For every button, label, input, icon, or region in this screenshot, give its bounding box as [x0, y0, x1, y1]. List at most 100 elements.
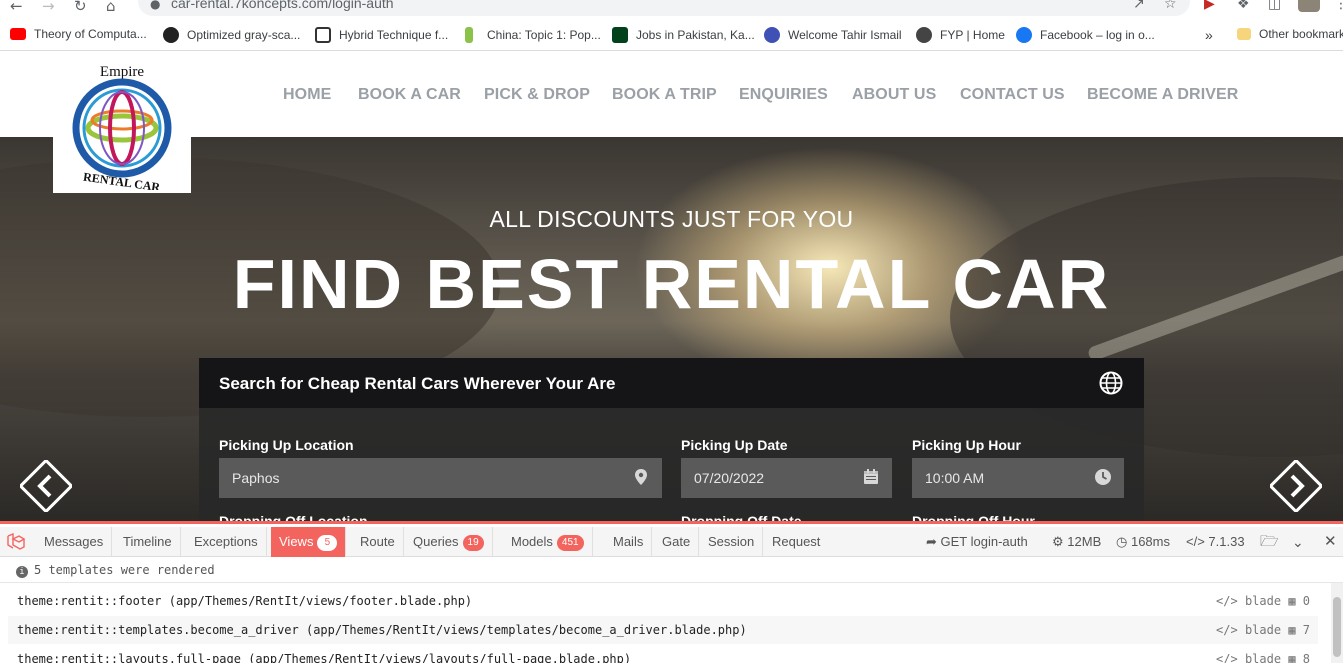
debugbar-tab-exceptions[interactable]: Exceptions [186, 527, 267, 557]
menu-pick-drop[interactable]: PICK & DROP [484, 86, 590, 104]
carousel-next-button[interactable] [1268, 458, 1324, 514]
hero-subtitle: ALL DISCOUNTS JUST FOR YOU [489, 206, 854, 232]
pickup-location-input[interactable]: Paphos [219, 458, 662, 498]
bookmark-item[interactable]: Welcome Tahir Ismail [764, 27, 902, 43]
extension-icon[interactable]: ▶ [1204, 0, 1215, 12]
pickup-hour-value: 10:00 AM [925, 470, 985, 486]
debugbar-tab-queries[interactable]: Queries 19 [405, 527, 493, 557]
share-arrow-icon: ➦ [926, 534, 941, 549]
view-meta: </> blade ▦ 7 [1216, 616, 1310, 644]
tab-label: Messages [44, 534, 104, 549]
tab-label: Views [279, 534, 314, 549]
home-icon[interactable]: ⌂ [106, 0, 116, 14]
time-text: 168ms [1130, 534, 1170, 549]
forward-icon[interactable]: → [42, 0, 55, 14]
site-favicon-icon [764, 27, 780, 43]
menu-enquiries[interactable]: ENQUIRIES [739, 86, 828, 104]
bookmark-star-icon[interactable]: ☆ [1164, 0, 1177, 12]
close-icon[interactable]: ✕ [1324, 527, 1337, 557]
pickup-location-value: Paphos [232, 470, 280, 486]
bookmark-label: Facebook – log in o... [1040, 28, 1155, 42]
menu-kebab-icon[interactable]: ⋮ [1334, 0, 1343, 12]
youtube-icon [10, 28, 26, 40]
debugbar-tab-models[interactable]: Models 451 [503, 527, 593, 557]
laravel-logo-icon[interactable] [6, 532, 26, 551]
profile-avatar[interactable] [1298, 0, 1320, 12]
bookmark-item[interactable]: Facebook – log in o... [1016, 27, 1155, 43]
view-row[interactable]: theme:rentit::footer (app/Themes/RentIt/… [8, 587, 1318, 615]
menu-contact-us[interactable]: CONTACT US [960, 86, 1065, 104]
bookmark-item[interactable]: FYP | Home [916, 27, 1005, 43]
debugbar-scroll-thumb[interactable] [1333, 597, 1341, 657]
debugbar-tab-request[interactable]: Request [764, 527, 828, 557]
route-text: GET login-auth [940, 534, 1028, 549]
other-bookmarks-folder[interactable]: Other bookmarks [1237, 27, 1343, 41]
bookmark-item[interactable]: Theory of Computa... [10, 27, 147, 41]
view-type: blade [1244, 623, 1282, 637]
view-name: theme:rentit::layouts.full-page (app/The… [17, 652, 632, 663]
pickup-date-input[interactable]: 07/20/2022 [681, 458, 892, 498]
cogs-icon: ⚙ [1052, 534, 1068, 549]
debugbar-tab-gate[interactable]: Gate [654, 527, 700, 557]
bookmark-item[interactable]: Jobs in Pakistan, Ka... [612, 27, 755, 43]
site-favicon-icon [315, 27, 331, 43]
route-indicator[interactable]: ➦ GET login-auth [926, 527, 1028, 557]
debugbar-tab-mails[interactable]: Mails [605, 527, 653, 557]
bookmark-item[interactable]: Optimized gray-sca... [163, 27, 300, 43]
search-panel-header: Search for Cheap Rental Cars Wherever Yo… [199, 358, 1144, 408]
globe-icon[interactable] [1099, 371, 1123, 395]
site-favicon-icon [163, 27, 179, 43]
puzzle-icon[interactable]: ❖ [1237, 0, 1250, 12]
bookmark-label: Hybrid Technique f... [339, 28, 449, 42]
empire-logo-icon: Empire RENTAL CAR [72, 64, 172, 190]
views-status-line: i 5 templates were rendered [0, 558, 1343, 583]
menu-book-a-trip[interactable]: BOOK A TRIP [612, 86, 717, 104]
chevron-down-icon[interactable]: ⌄ [1292, 527, 1304, 557]
hero-title: FIND BEST RENTAL CAR [232, 245, 1111, 323]
search-panel-title: Search for Cheap Rental Cars Wherever Yo… [219, 374, 616, 393]
pickup-hour-input[interactable]: 10:00 AM [912, 458, 1124, 498]
debugbar-tab-timeline[interactable]: Timeline [115, 527, 181, 557]
queries-count-badge: 19 [462, 534, 484, 551]
side-panel-icon[interactable]: ◫ [1268, 0, 1281, 12]
menu-become-a-driver[interactable]: BECOME A DRIVER [1087, 86, 1238, 104]
code-icon: </> [1216, 594, 1245, 608]
bookmark-item[interactable]: China: Topic 1: Pop... [465, 27, 601, 43]
debugbar-tab-route[interactable]: Route [352, 527, 404, 557]
bookmark-label: Welcome Tahir Ismail [788, 28, 902, 42]
carousel-prev-button[interactable] [18, 458, 74, 514]
debugbar-tab-messages[interactable]: Messages [36, 527, 113, 557]
debugbar-tab-views[interactable]: Views 5 [271, 527, 347, 557]
debugbar-tab-session[interactable]: Session [700, 527, 764, 557]
lock-icon[interactable]: ● [150, 0, 160, 12]
menu-book-a-car[interactable]: BOOK A CAR [358, 86, 461, 104]
view-name: theme:rentit::footer (app/Themes/RentIt/… [17, 594, 473, 608]
memory-indicator: ⚙ 12MB [1052, 527, 1101, 557]
code-icon: </> [1186, 534, 1209, 549]
svg-text:Empire: Empire [100, 64, 144, 80]
calendar-icon [864, 469, 878, 484]
site-logo[interactable]: Empire RENTAL CAR [53, 54, 191, 193]
reload-icon[interactable]: ↻ [74, 0, 87, 14]
view-type: blade [1244, 652, 1282, 663]
site-favicon-icon [465, 27, 473, 43]
views-count-badge: 5 [317, 534, 338, 551]
pickup-hour-label: Picking Up Hour [912, 437, 1021, 453]
menu-home[interactable]: HOME [283, 86, 331, 104]
tab-label: Models [511, 534, 553, 549]
view-params-count: 8 [1302, 652, 1310, 663]
folder-open-icon[interactable]: 🗁 [1260, 527, 1279, 557]
back-icon[interactable]: ← [10, 0, 23, 14]
view-row[interactable]: theme:rentit::layouts.full-page (app/The… [8, 645, 1318, 663]
info-icon: i [16, 566, 28, 578]
time-indicator: ◷ 168ms [1116, 527, 1170, 557]
url-text[interactable]: car-rental.7koncepts.com/login-auth [171, 0, 394, 11]
menu-about-us[interactable]: ABOUT US [852, 86, 936, 104]
bookmark-label: FYP | Home [940, 28, 1005, 42]
bookmark-label: Theory of Computa... [34, 27, 147, 41]
bookmarks-overflow-button[interactable]: » [1205, 27, 1213, 43]
params-icon: ▦ [1288, 623, 1303, 637]
bookmark-item[interactable]: Hybrid Technique f... [315, 27, 448, 43]
share-icon[interactable]: ↗ [1133, 0, 1145, 12]
view-row[interactable]: theme:rentit::templates.become_a_driver … [8, 616, 1318, 644]
